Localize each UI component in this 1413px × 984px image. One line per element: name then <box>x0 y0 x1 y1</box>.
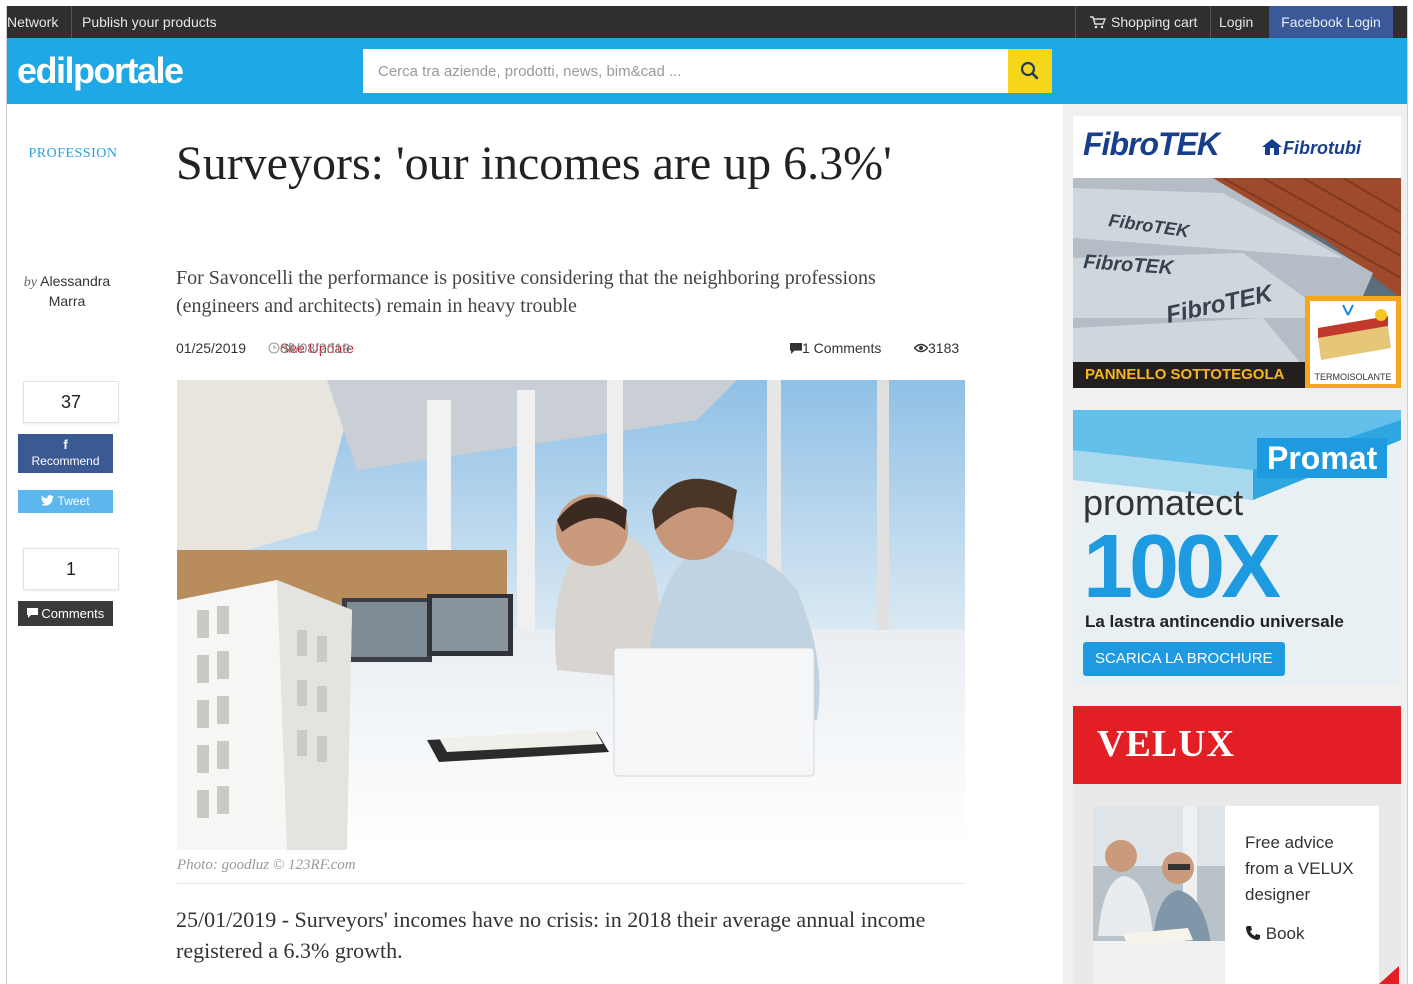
publish-products-link[interactable]: Publish your products <box>82 6 217 38</box>
fibrotek-ad-banner[interactable]: FibroTEK Fibrotubi FibroTEK FibroTEK Fib… <box>1073 116 1401 388</box>
login-link[interactable]: Login <box>1219 6 1253 38</box>
cart-label: Shopping cart <box>1111 14 1198 30</box>
comments-link[interactable]: 1 Comments <box>790 340 881 356</box>
site-header: edilportale <box>7 38 1407 104</box>
twitter-icon <box>41 495 55 506</box>
velux-card: Free advice from a VELUX designer Book <box>1093 806 1399 984</box>
clock-icon <box>268 342 280 354</box>
facebook-icon: f <box>63 437 68 452</box>
promat-model: 100X <box>1083 517 1281 617</box>
velux-promo-text: Free advice from a VELUX designer <box>1245 830 1354 908</box>
fibrotubi-logo: Fibrotubi <box>1261 138 1361 159</box>
eye-icon <box>913 343 929 353</box>
network-link[interactable]: Network <box>7 6 58 38</box>
article-photo <box>177 380 965 850</box>
velux-line-1: Free advice <box>1245 833 1334 852</box>
search-box <box>363 49 1008 93</box>
velux-line-2: from a VELUX <box>1245 859 1354 878</box>
velux-ad-banner[interactable]: VELUX Free advice from a VELUX designer <box>1073 706 1401 984</box>
divider <box>1210 6 1211 38</box>
velux-logo: VELUX <box>1097 723 1236 765</box>
shopping-cart-link[interactable]: Shopping cart <box>1089 6 1197 38</box>
book-label: Book <box>1265 924 1305 943</box>
divider <box>177 883 965 884</box>
article-lead: 25/01/2019 - Surveyors' incomes have no … <box>176 907 926 963</box>
browser-page: Network Publish your products Shopping c… <box>6 6 1408 984</box>
divider <box>71 6 72 38</box>
tweet-label: Tweet <box>57 494 90 508</box>
share-count: 37 <box>23 381 119 423</box>
article-subtitle: For Savoncelli the performance is positi… <box>176 267 876 317</box>
book-link[interactable]: Book <box>1245 924 1304 944</box>
fibrotubi-brand: Fibrotubi <box>1283 138 1361 158</box>
promat-logo: Promat <box>1257 438 1388 478</box>
facebook-recommend-button[interactable]: f Recommend <box>18 434 113 473</box>
update-info: See Update of 04/08/2019 <box>268 340 354 356</box>
author-name[interactable]: Alessandra Marra <box>40 273 110 309</box>
designer-consultation-image <box>1093 806 1225 984</box>
top-bar: Network Publish your products Shopping c… <box>7 6 1407 38</box>
fibrotek-product-label: PANNELLO SOTTOTEGOLA <box>1073 362 1305 388</box>
divider <box>1075 6 1076 38</box>
house-icon <box>1262 139 1282 155</box>
publish-date: 01/25/2019 <box>176 340 247 356</box>
comment-icon <box>790 343 802 354</box>
fibrotek-logo: FibroTEK <box>1083 126 1220 162</box>
photo-two-professionals-with-laptop <box>177 380 965 850</box>
search-button[interactable] <box>1008 49 1052 93</box>
search-input[interactable] <box>363 49 998 93</box>
facebook-login-button[interactable]: Facebook Login <box>1269 6 1393 38</box>
velux-line-3: designer <box>1245 885 1311 904</box>
comment-icon <box>26 608 38 618</box>
update-date: 04/08/2019 <box>280 340 351 356</box>
promat-tagline: La lastra antincendio universale <box>1085 612 1344 631</box>
comments-button[interactable]: Comments <box>18 601 113 626</box>
comments-count-label: 1 Comments <box>802 340 882 356</box>
velux-header: VELUX <box>1073 706 1401 784</box>
photo-caption: Photo: goodluz © 123RF.com <box>177 857 356 873</box>
phone-icon <box>1246 926 1260 940</box>
article-title: Surveyors: 'our incomes are up 6.3%' <box>176 137 892 190</box>
views-count: 3183 <box>928 340 960 356</box>
article-category-link[interactable]: PROFESSION <box>23 146 123 162</box>
tweet-button[interactable]: Tweet <box>18 490 113 513</box>
download-brochure-button[interactable]: SCARICA LA BROCHURE <box>1083 642 1285 676</box>
fibrotek-badge: TERMOISOLANTE <box>1310 370 1396 384</box>
article-meta: 01/25/2019 See Update of 04/08/2019 1 Co… <box>176 340 964 360</box>
cart-icon <box>1090 16 1107 29</box>
promat-ad-banner[interactable]: Promat promatect 100X La lastra antincen… <box>1073 410 1401 684</box>
search-icon <box>1020 61 1039 80</box>
article-author: by Alessandra Marra <box>17 272 117 311</box>
comments-label: Comments <box>41 606 105 621</box>
site-logo[interactable]: edilportale <box>17 50 184 92</box>
comment-count: 1 <box>23 548 119 590</box>
insulation-panel-image: FibroTEK FibroTEK FibroTEK <box>1073 178 1401 388</box>
recommend-label: Recommend <box>31 454 100 468</box>
corner-triangle-icon <box>1379 966 1399 984</box>
views-counter: 3183 <box>913 340 959 356</box>
author-prefix: by <box>23 275 38 290</box>
